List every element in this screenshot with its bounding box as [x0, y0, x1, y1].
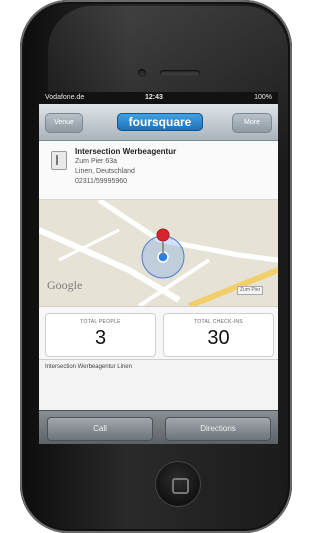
carrier-label: Vodafone.de	[45, 94, 85, 101]
stats-bar: TOTAL PEOPLE 3 TOTAL CHECK-INS 30	[39, 306, 278, 360]
total-checkins-value: 30	[207, 327, 230, 349]
battery-label: 100%	[254, 94, 272, 101]
navigation-bar: Venue foursquare More	[39, 104, 278, 141]
total-people-label: TOTAL PEOPLE	[80, 319, 121, 325]
total-people-value: 3	[94, 327, 107, 349]
venue-address-line2: Linen, Deutschland	[75, 168, 135, 175]
venue-name: Intersection Werbeagentur	[75, 147, 177, 156]
venue-address-line1: Zum Pier 63a	[75, 158, 118, 165]
earpiece-speaker	[160, 70, 200, 76]
phone-screen: Vodafone.de 12:43 100% Venue foursquare …	[39, 92, 278, 444]
venue-footer-text: Intersection Werbeagentur Linen	[45, 364, 132, 370]
clock: 12:43	[145, 94, 163, 101]
map-provider-logo: Google	[47, 278, 83, 292]
more-button[interactable]: More	[232, 113, 272, 133]
total-checkins-label: TOTAL CHECK-INS	[194, 319, 243, 325]
total-people-box[interactable]: TOTAL PEOPLE 3	[45, 313, 156, 357]
map-pin-icon	[156, 228, 170, 242]
directions-button[interactable]: Directions	[165, 417, 271, 441]
building-icon	[51, 151, 67, 170]
status-bar: Vodafone.de 12:43 100%	[39, 92, 278, 104]
venue-card[interactable]: Intersection Werbeagentur Zum Pier 63a L…	[39, 141, 278, 200]
call-button[interactable]: Call	[47, 417, 153, 441]
total-checkins-box[interactable]: TOTAL CHECK-INS 30	[163, 313, 274, 357]
front-camera-icon	[138, 69, 146, 77]
foursquare-logo: foursquare	[117, 113, 203, 131]
bottom-toolbar: Call Directions	[39, 410, 278, 444]
home-square-icon	[172, 478, 189, 494]
back-button[interactable]: Venue	[45, 113, 83, 133]
venue-phone[interactable]: 02311/59995960	[75, 178, 127, 185]
map-street-badge: Zum Pier	[237, 286, 264, 295]
map-view[interactable]: Google Zum Pier	[39, 200, 278, 306]
